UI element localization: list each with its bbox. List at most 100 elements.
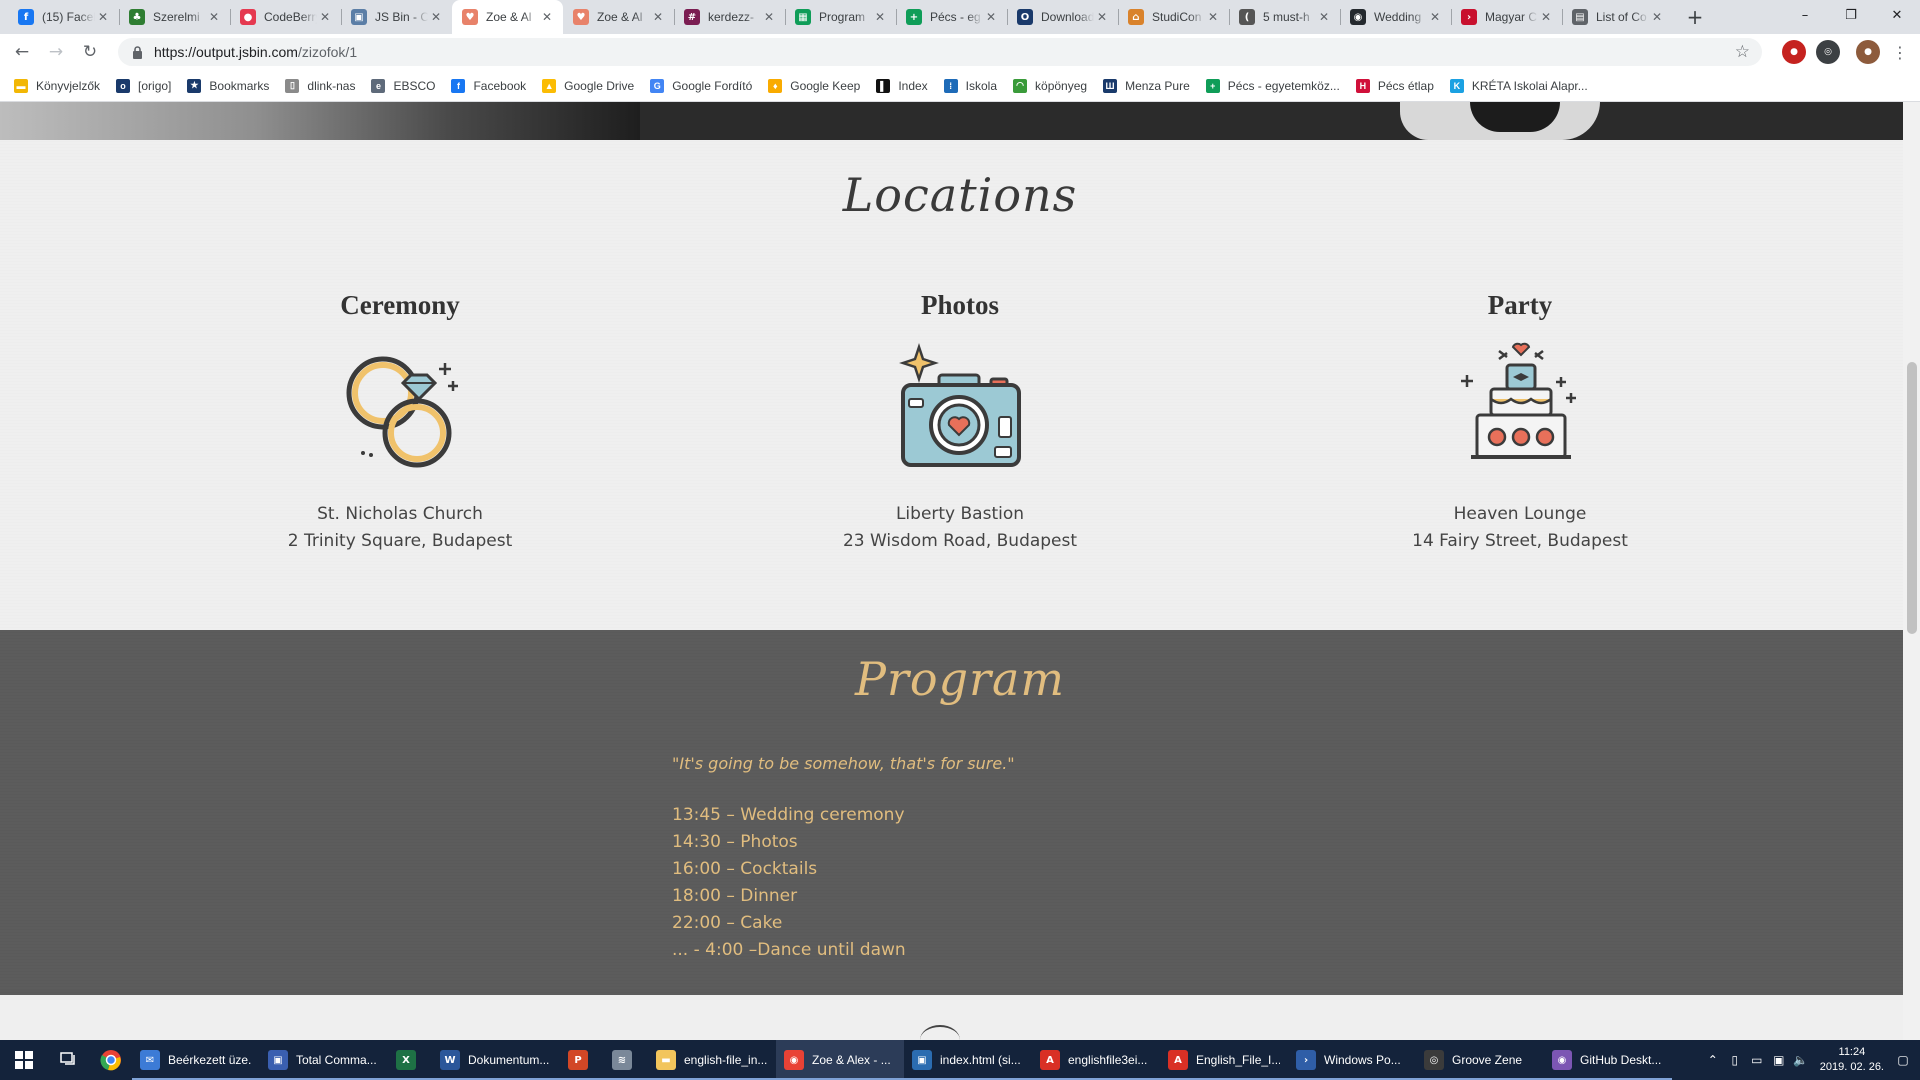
taskbar-app[interactable]: P xyxy=(560,1040,604,1080)
extension-ghost-icon[interactable]: ◎ xyxy=(1816,40,1840,64)
tab-close-icon[interactable]: ✕ xyxy=(650,9,666,25)
back-icon[interactable]: ← xyxy=(8,38,36,66)
editor-icon: ▣ xyxy=(912,1050,932,1070)
windows-start-icon[interactable] xyxy=(0,1040,48,1080)
taskbar-app[interactable]: X xyxy=(388,1040,432,1080)
tab-close-icon[interactable]: ✕ xyxy=(539,9,555,25)
taskbar-app[interactable]: ◎ Groove Zene xyxy=(1416,1040,1544,1080)
tab-title: JS Bin - C xyxy=(375,10,428,24)
browser-tab[interactable]: + Pécs - eg ✕ xyxy=(896,0,1007,34)
browser-menu-icon[interactable]: ⋮ xyxy=(1888,40,1912,64)
browser-tab[interactable]: ▤ List of Co ✕ xyxy=(1562,0,1673,34)
bookmark-item[interactable]: G Google Fordító xyxy=(644,72,758,100)
hero-image xyxy=(0,102,1920,140)
browser-tab[interactable]: ◉ Wedding ✕ xyxy=(1340,0,1451,34)
close-window-icon[interactable]: ✕ xyxy=(1874,0,1920,30)
browser-tab[interactable]: ▦ Program ✕ xyxy=(785,0,896,34)
taskbar-app[interactable]: Aenglishfile3ei... xyxy=(1032,1040,1160,1080)
tab-close-icon[interactable]: ✕ xyxy=(428,9,444,25)
browser-tab[interactable]: ♥ Zoe & Al ✕ xyxy=(563,0,674,34)
camera-icon xyxy=(895,341,1025,471)
o-icon: O xyxy=(1017,9,1033,25)
tab-close-icon[interactable]: ✕ xyxy=(206,9,222,25)
tab-close-icon[interactable]: ✕ xyxy=(761,9,777,25)
bookmark-item[interactable]: ♦ Google Keep xyxy=(762,72,866,100)
bookmark-item[interactable]: f Facebook xyxy=(445,72,532,100)
tab-close-icon[interactable]: ✕ xyxy=(95,9,111,25)
tray-network-icon[interactable]: ▣ xyxy=(1768,1053,1790,1067)
tab-close-icon[interactable]: ✕ xyxy=(1538,9,1554,25)
bookmark-label: Bookmarks xyxy=(209,78,270,93)
browser-tab[interactable]: ● CodeBerry ✕ xyxy=(230,0,341,34)
browser-tab[interactable]: ▣ JS Bin - C ✕ xyxy=(341,0,452,34)
tray-device-icon[interactable]: ▯ xyxy=(1724,1053,1746,1067)
chrome-pinned-icon[interactable] xyxy=(90,1040,132,1080)
tab-title: Download xyxy=(1041,10,1094,24)
browser-tab[interactable]: › Magyar C ✕ xyxy=(1451,0,1562,34)
profile-avatar[interactable]: ● xyxy=(1856,40,1880,64)
browser-tab[interactable]: (5 must-h ✕ xyxy=(1229,0,1340,34)
tray-volume-icon[interactable]: 🔈 xyxy=(1790,1053,1812,1067)
tab-close-icon[interactable]: ✕ xyxy=(872,9,888,25)
bookmark-item[interactable]: Ш Menza Pure xyxy=(1097,72,1196,100)
tab-close-icon[interactable]: ✕ xyxy=(983,9,999,25)
restore-icon[interactable]: ❐ xyxy=(1828,0,1874,30)
browser-tab[interactable]: # kerdezz- ✕ xyxy=(674,0,785,34)
browser-tab[interactable]: ♣ Szerelmi ✕ xyxy=(119,0,230,34)
plus-sheet-icon: + xyxy=(906,9,922,25)
notifications-icon[interactable]: ▢ xyxy=(1892,1053,1914,1067)
bookmark-item[interactable]: e EBSCO xyxy=(365,72,441,100)
bookmark-item[interactable]: H Pécs étlap xyxy=(1350,72,1440,100)
extension-adblock-icon[interactable]: ● xyxy=(1782,40,1806,64)
taskbar-app[interactable]: ▣ index.html (si... xyxy=(904,1040,1032,1080)
browser-tab[interactable]: f (15) Facebook✕ xyxy=(8,0,119,34)
taskbar-app[interactable]: A English_File_I... xyxy=(1160,1040,1288,1080)
forward-icon[interactable]: → xyxy=(42,38,70,66)
bookmark-star-icon[interactable]: ☆ xyxy=(1735,42,1750,62)
minimize-icon[interactable]: – xyxy=(1782,0,1828,30)
taskbar-app[interactable]: › Windows Po... xyxy=(1288,1040,1416,1080)
taskbar-app[interactable]: ▬ english-file_in... xyxy=(648,1040,776,1080)
house-icon: ⌂ xyxy=(1128,9,1144,25)
tab-close-icon[interactable]: ✕ xyxy=(1316,9,1332,25)
tray-battery-icon[interactable]: ▭ xyxy=(1746,1053,1768,1067)
address-bar[interactable]: https://output.jsbin.com/zizofok/1 ☆ xyxy=(118,38,1762,66)
bookmark-item[interactable]: o [origo] xyxy=(110,72,177,100)
bookmark-item[interactable]: ★ Bookmarks xyxy=(181,72,275,100)
bookmark-item[interactable]: ▯ dlink-nas xyxy=(279,72,361,100)
clock[interactable]: 11:24 2019. 02. 26. xyxy=(1820,1045,1884,1075)
tray-chevron-icon[interactable]: ⌃ xyxy=(1702,1053,1724,1067)
bookmark-item[interactable]: ▌ Index xyxy=(870,72,933,100)
task-view-icon[interactable] xyxy=(48,1040,90,1080)
bookmark-item[interactable]: K KRÉTA Iskolai Alapr... xyxy=(1444,72,1594,100)
taskbar-app-label: index.html (si... xyxy=(940,1053,1021,1067)
taskbar-app[interactable]: ✉ Beérkezett üze... xyxy=(132,1040,260,1080)
tab-close-icon[interactable]: ✕ xyxy=(1427,9,1443,25)
reload-icon[interactable]: ↻ xyxy=(76,38,104,66)
tab-close-icon[interactable]: ✕ xyxy=(1094,9,1110,25)
new-tab-button[interactable]: + xyxy=(1681,3,1709,31)
bookmark-item[interactable]: + Pécs - egyetemköz... xyxy=(1200,72,1346,100)
browser-tab[interactable]: ♥ Zoe & Al ✕ xyxy=(452,0,563,34)
tab-close-icon[interactable]: ✕ xyxy=(1649,9,1665,25)
browser-toolbar: ← → ↻ https://output.jsbin.com/zizofok/1… xyxy=(0,34,1920,70)
browser-tab[interactable]: ⌂ StudiCon ✕ xyxy=(1118,0,1229,34)
star-bookmark-icon: ★ xyxy=(187,78,202,93)
tab-close-icon[interactable]: ✕ xyxy=(317,9,333,25)
bookmark-item[interactable]: ▬ Könyvjelzők xyxy=(8,72,106,100)
taskbar-app[interactable]: ▣ Total Comma... xyxy=(260,1040,388,1080)
folder-icon: ▬ xyxy=(14,78,28,93)
bookmark-item[interactable]: ▲ Google Drive xyxy=(536,72,640,100)
scrollbar-thumb[interactable] xyxy=(1907,362,1917,634)
taskbar-app[interactable]: ◉ Zoe & Alex - ... xyxy=(776,1040,904,1080)
taskbar-app[interactable]: ◉ GitHub Deskt... xyxy=(1544,1040,1672,1080)
windows-taskbar: ✉ Beérkezett üze... ▣ Total Comma... X W Dokum… xyxy=(0,1040,1920,1080)
taskbar-app[interactable]: ≋ xyxy=(604,1040,648,1080)
bookmark-item[interactable]: ◠ köpönyeg xyxy=(1007,72,1093,100)
taskbar-app[interactable]: W Dokumentum... xyxy=(432,1040,560,1080)
page-scrollbar[interactable] xyxy=(1903,102,1920,1040)
tab-close-icon[interactable]: ✕ xyxy=(1205,9,1221,25)
facebook-icon: f xyxy=(18,9,34,25)
bookmark-item[interactable]: ⁞ Iskola xyxy=(938,72,1003,100)
browser-tab[interactable]: O Download ✕ xyxy=(1007,0,1118,34)
